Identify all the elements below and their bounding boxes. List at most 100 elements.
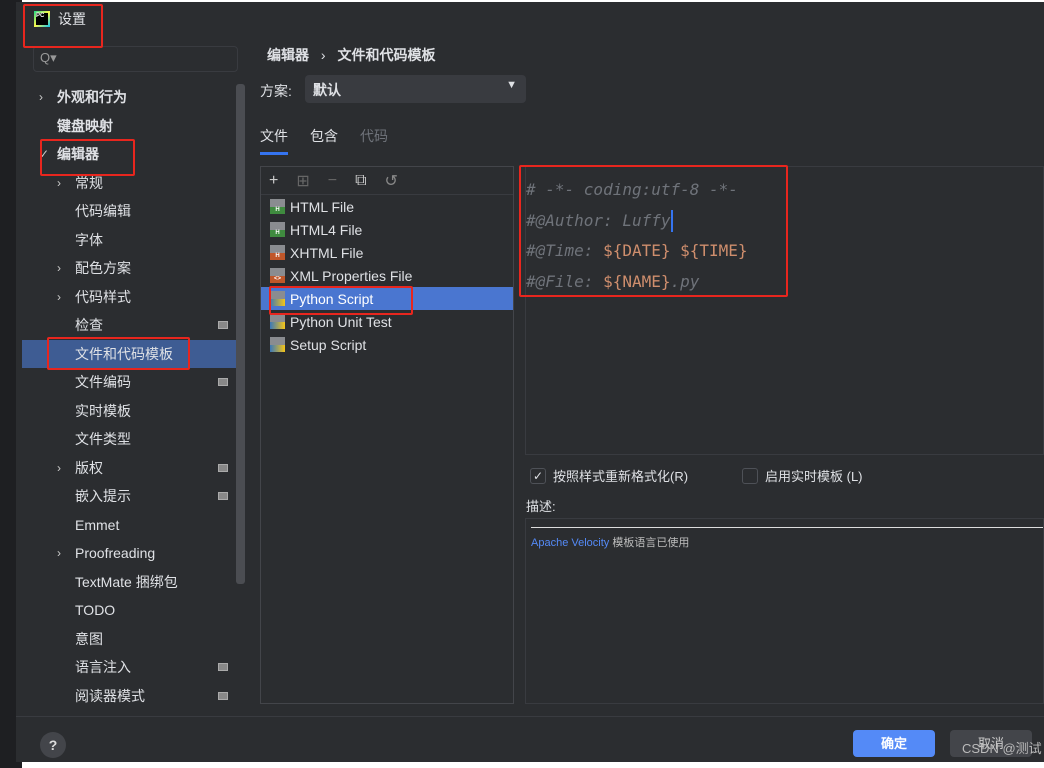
watermark: CSDN @测试 [962, 741, 1042, 756]
project-settings-icon [218, 663, 228, 672]
chevron-right-icon[interactable]: › [57, 290, 61, 304]
template-label: HTML File [290, 198, 355, 215]
chevron-down-icon: ▼ [506, 79, 517, 91]
template-label: Python Unit Test [290, 313, 392, 330]
template-label: XML Properties File [290, 267, 413, 284]
template-item[interactable]: py Setup Script [261, 333, 513, 356]
project-settings-icon [218, 492, 228, 501]
project-settings-icon [218, 691, 228, 700]
sidebar-item[interactable]: 键盘映射 [22, 112, 244, 141]
annotation-box [40, 139, 135, 176]
template-label: Setup Script [290, 336, 367, 353]
description-panel: Apache Velocity 模板语言已使用 [525, 518, 1044, 704]
sidebar-item[interactable]: 字体 [22, 226, 244, 255]
html-file-icon: H [270, 245, 285, 260]
annotation-box [47, 337, 190, 370]
reformat-label: 按照样式重新格式化(R) [553, 469, 689, 484]
template-label: HTML4 File [290, 221, 363, 238]
sidebar-item-label: 嵌入提示 [75, 488, 131, 505]
sidebar-item-label: 实时模板 [75, 402, 131, 419]
add-icon[interactable]: + [269, 172, 278, 190]
sidebar-item-label: 文件类型 [75, 431, 131, 448]
template-list: H HTML File H HTML4 File H XHTML File <> XML Pr… [261, 195, 513, 356]
html-file-icon: H [270, 222, 285, 237]
remove-icon[interactable]: − [328, 172, 337, 190]
sidebar-item-label: 文件编码 [75, 374, 131, 391]
description-label: 描述: [526, 499, 556, 514]
apache-velocity-link[interactable]: Apache Velocity [531, 537, 609, 549]
chevron-right-icon[interactable]: › [57, 176, 61, 190]
breadcrumb-parent[interactable]: 编辑器 [267, 47, 309, 63]
template-item[interactable]: H XHTML File [261, 241, 513, 264]
ok-button[interactable]: 确定 [853, 730, 935, 757]
copy-icon[interactable]: ⧉ [355, 172, 366, 190]
chevron-right-icon[interactable]: › [57, 461, 61, 475]
live-templates-label: 启用实时模板 (L) [765, 469, 863, 484]
python-file-icon: py [270, 337, 285, 352]
chevron-right-icon[interactable]: › [57, 546, 61, 560]
chevron-right-icon[interactable]: › [39, 90, 43, 104]
settings-search-input[interactable]: Q▾ [33, 46, 238, 72]
search-icon: Q▾ [40, 50, 57, 65]
sidebar-item[interactable]: › 版权 [22, 454, 244, 483]
sidebar-item-label: 字体 [75, 231, 103, 248]
reformat-checkbox[interactable]: ✓ 按照样式重新格式化(R) [530, 466, 688, 485]
template-item[interactable]: H HTML4 File [261, 218, 513, 241]
checkbox-unchecked-icon [742, 467, 758, 484]
tab-2[interactable]: 代码 [360, 126, 388, 155]
project-settings-icon [218, 378, 228, 387]
sidebar-item[interactable]: › 外观和行为 [22, 83, 244, 112]
annotation-box [269, 286, 413, 315]
sidebar-item-label: 代码编辑 [75, 203, 131, 220]
template-list-panel: + ⊞ − ⧉ ↺ H HTML File H HTML4 File H XHTML Fi… [260, 166, 514, 704]
annotation-box [519, 165, 788, 297]
sidebar-item[interactable]: 嵌入提示 [22, 482, 244, 511]
help-button[interactable]: ? [40, 732, 66, 758]
sidebar-item[interactable]: 语言注入 [22, 653, 244, 682]
sidebar-item[interactable]: TextMate 捆绑包 [22, 568, 244, 597]
description-text: 模板语言已使用 [612, 537, 690, 549]
template-label: XHTML File [290, 244, 364, 261]
breadcrumb-separator: › [320, 47, 326, 63]
template-item[interactable]: <> XML Properties File [261, 264, 513, 287]
reset-icon[interactable]: ↺ [385, 171, 398, 191]
sidebar-item[interactable]: 检查 [22, 311, 244, 340]
add-child-icon[interactable]: ⊞ [296, 171, 309, 191]
sidebar-item-label: 外观和行为 [57, 89, 127, 106]
template-tabs: 文件 包含 代码 [260, 126, 388, 155]
scheme-dropdown[interactable]: 默认 ▼ [305, 75, 526, 103]
sidebar-item[interactable]: › 代码样式 [22, 283, 244, 312]
html-file-icon: <> [270, 268, 285, 283]
sidebar-item-label: 配色方案 [75, 260, 131, 277]
chevron-right-icon[interactable]: › [57, 261, 61, 275]
settings-sidebar: › 外观和行为 键盘映射 ✓ 编辑器 › 常规 代码编辑 字体 › 配色方案 › 代码样式 检查 文件和代码… [22, 83, 244, 710]
sidebar-item[interactable]: Emmet [22, 511, 244, 540]
sidebar-item[interactable]: 意图 [22, 625, 244, 654]
template-item[interactable]: H HTML File [261, 195, 513, 218]
sidebar-item[interactable]: 实时模板 [22, 397, 244, 426]
sidebar-item[interactable]: 代码编辑 [22, 197, 244, 226]
live-templates-checkbox[interactable]: 启用实时模板 (L) [742, 466, 863, 485]
tab-1[interactable]: 包含 [310, 126, 338, 155]
sidebar-item[interactable]: 阅读器模式 [22, 682, 244, 711]
scheme-value: 默认 [313, 82, 341, 98]
sidebar-item-label: 检查 [75, 317, 103, 334]
project-settings-icon [218, 321, 228, 330]
annotation-box [23, 4, 103, 48]
sidebar-item-label: TODO [75, 602, 116, 619]
breadcrumb-current: 文件和代码模板 [337, 47, 436, 63]
sidebar-item-label: TextMate 捆绑包 [75, 573, 178, 590]
sidebar-item-label: 意图 [75, 630, 103, 647]
python-file-icon: py [270, 314, 285, 329]
sidebar-item[interactable]: 文件编码 [22, 368, 244, 397]
sidebar-scrollbar[interactable] [236, 84, 245, 584]
tab-0[interactable]: 文件 [260, 126, 288, 155]
sidebar-item[interactable]: › Proofreading [22, 539, 244, 568]
sidebar-item[interactable]: TODO [22, 596, 244, 625]
sidebar-item[interactable]: › 配色方案 [22, 254, 244, 283]
scheme-label: 方案: [260, 83, 292, 99]
project-settings-icon [218, 463, 228, 472]
sidebar-item-label: 键盘映射 [57, 117, 113, 134]
sidebar-item[interactable]: 文件类型 [22, 425, 244, 454]
sidebar-item-label: Emmet [75, 516, 120, 533]
